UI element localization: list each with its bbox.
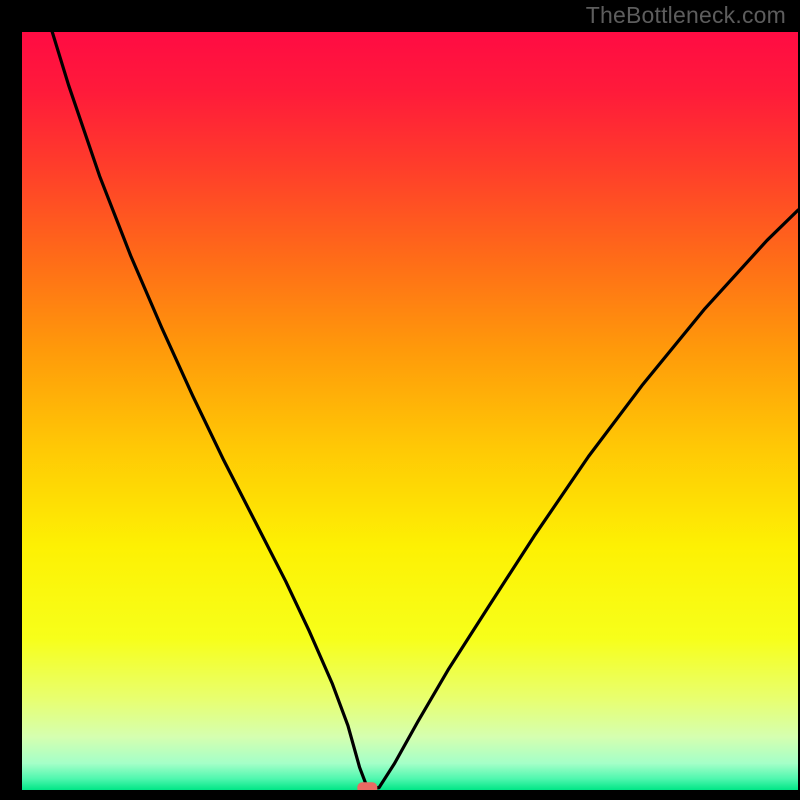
- minimum-marker: [357, 782, 377, 790]
- bottleneck-chart: [22, 32, 798, 790]
- watermark-text: TheBottleneck.com: [586, 2, 786, 29]
- gradient-background: [22, 32, 798, 790]
- chart-frame: TheBottleneck.com: [0, 0, 800, 800]
